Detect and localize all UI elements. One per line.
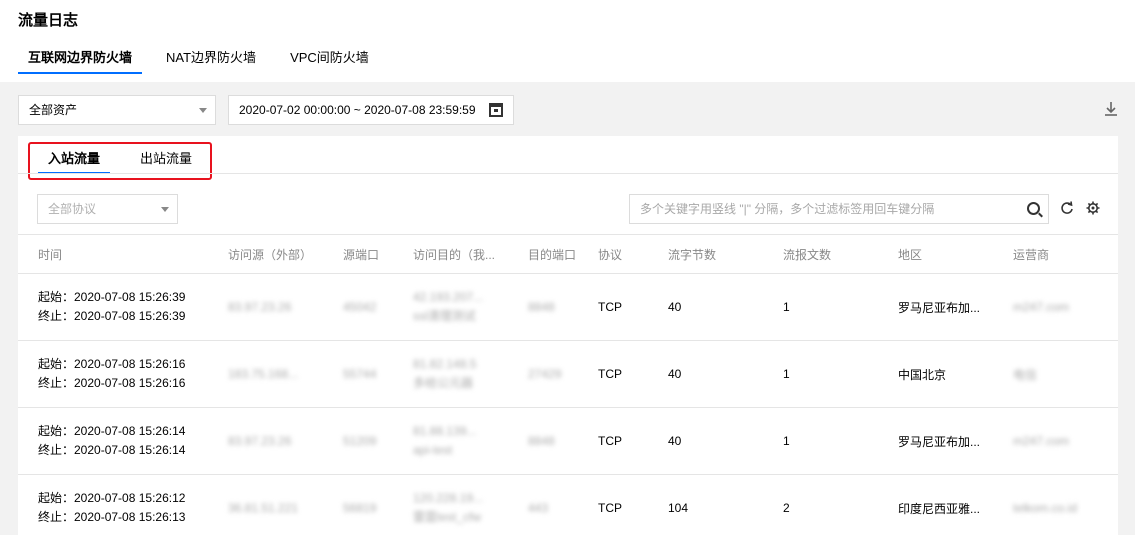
calendar-icon <box>489 103 503 117</box>
table-row[interactable]: 起始：2020-07-08 15:26:14 终止：2020-07-08 15:2… <box>18 407 1118 475</box>
column-header-packets[interactable]: 流报文数 <box>763 234 878 274</box>
cell-protocol: TCP <box>578 474 648 535</box>
cell-packets: 1 <box>763 407 878 475</box>
cell-destination: 42.193.207... ssl清理测试 <box>393 273 508 341</box>
cell-region: 印度尼西亚雅... <box>878 474 993 535</box>
page-header: 流量日志 互联网边界防火墙 NAT边界防火墙 VPC间防火墙 <box>0 0 1135 82</box>
filter-row: 全部资产 2020-07-02 00:00:00 ~ 2020-07-08 23… <box>18 95 1118 125</box>
date-range-picker[interactable]: 2020-07-02 00:00:00 ~ 2020-07-08 23:59:5… <box>228 95 514 125</box>
tab-nat-firewall[interactable]: NAT边界防火墙 <box>156 44 266 74</box>
cell-destination: 120.228.19... 雷霆test_cfw <box>393 474 508 535</box>
tab-vpc-firewall[interactable]: VPC间防火墙 <box>280 44 379 74</box>
start-time: 起始：2020-07-08 15:26:39 <box>38 290 186 304</box>
destination-ip: 120.228.19... <box>413 491 484 505</box>
destination-ip: 81.82.148.5 <box>413 357 477 371</box>
cell-packets: 1 <box>763 340 878 408</box>
cell-source-port: 55744 <box>323 340 393 408</box>
cell-protocol: TCP <box>578 407 648 475</box>
table-row[interactable]: 起始：2020-07-08 15:26:12 终止：2020-07-08 15:2… <box>18 474 1118 535</box>
cell-destination-port: 443 <box>508 474 578 535</box>
cell-destination-port: 8848 <box>508 273 578 341</box>
column-header-region[interactable]: 地区 <box>878 234 993 274</box>
cell-destination: 81.82.148.5 多给公元器 <box>393 340 508 408</box>
cell-source-port: 45042 <box>323 273 393 341</box>
cell-source-ip: 36.81.51.221 <box>208 474 323 535</box>
table-header-row: 时间 访问源（外部） 源端口 访问目的（我... 目的端口 协议 流字节数 流报… <box>18 234 1118 274</box>
end-time: 终止：2020-07-08 15:26:16 <box>38 376 186 390</box>
cell-protocol: TCP <box>578 340 648 408</box>
cell-time: 起始：2020-07-08 15:26:14 终止：2020-07-08 15:2… <box>18 407 208 475</box>
protocol-select-placeholder: 全部协议 <box>48 202 97 216</box>
traffic-panel: 入站流量 出站流量 全部协议 多个关键字用竖线 "|" 分隔，多个过滤标签用回车… <box>18 136 1118 535</box>
protocol-select[interactable]: 全部协议 <box>37 194 178 224</box>
cell-destination-port: 27429 <box>508 340 578 408</box>
start-time: 起始：2020-07-08 15:26:14 <box>38 424 186 438</box>
firewall-tabs: 互联网边界防火墙 NAT边界防火墙 VPC间防火墙 <box>18 44 393 74</box>
cell-time: 起始：2020-07-08 15:26:16 终止：2020-07-08 15:2… <box>18 340 208 408</box>
cell-protocol: TCP <box>578 273 648 341</box>
divider <box>18 173 1118 174</box>
table-row[interactable]: 起始：2020-07-08 15:26:39 终止：2020-07-08 15:2… <box>18 273 1118 341</box>
destination-asset: ssl清理测试 <box>413 309 476 323</box>
cell-isp: telkom.co.id <box>993 474 1118 535</box>
search-input[interactable]: 多个关键字用竖线 "|" 分隔，多个过滤标签用回车键分隔 <box>629 194 1049 224</box>
cell-bytes: 104 <box>648 474 763 535</box>
cell-region: 中国北京 <box>878 340 993 408</box>
column-header-isp[interactable]: 运营商 <box>993 234 1118 274</box>
destination-asset: api-test <box>413 443 453 457</box>
cell-destination-port: 8848 <box>508 407 578 475</box>
cell-bytes: 40 <box>648 273 763 341</box>
tab-internet-firewall[interactable]: 互联网边界防火墙 <box>18 44 143 74</box>
column-header-protocol[interactable]: 协议 <box>578 234 648 274</box>
asset-select[interactable]: 全部资产 <box>18 95 216 125</box>
cell-packets: 1 <box>763 273 878 341</box>
search-icon[interactable] <box>1027 202 1040 215</box>
cell-isp: m247.com <box>993 407 1118 475</box>
cell-isp: 电信 <box>993 340 1118 408</box>
asset-select-value: 全部资产 <box>29 103 78 117</box>
column-header-source-port[interactable]: 源端口 <box>323 234 393 274</box>
cell-destination: 81.88.139... api-test <box>393 407 508 475</box>
cell-bytes: 40 <box>648 407 763 475</box>
cell-source-ip: 183.75.168... <box>208 340 323 408</box>
start-time: 起始：2020-07-08 15:26:16 <box>38 357 186 371</box>
start-time: 起始：2020-07-08 15:26:12 <box>38 491 186 505</box>
column-header-time[interactable]: 时间 <box>18 234 208 274</box>
tab-outbound-traffic[interactable]: 出站流量 <box>130 144 202 174</box>
cell-source-port: 51209 <box>323 407 393 475</box>
end-time: 终止：2020-07-08 15:26:13 <box>38 510 186 524</box>
destination-ip: 42.193.207... <box>413 290 484 304</box>
cell-source-ip: 83.97.23.26 <box>208 273 323 341</box>
destination-ip: 81.88.139... <box>413 424 477 438</box>
column-header-source[interactable]: 访问源（外部） <box>208 234 323 274</box>
cell-source-ip: 83.97.23.26 <box>208 407 323 475</box>
date-range-value: 2020-07-02 00:00:00 ~ 2020-07-08 23:59:5… <box>239 103 476 117</box>
column-header-bytes[interactable]: 流字节数 <box>648 234 763 274</box>
end-time: 终止：2020-07-08 15:26:14 <box>38 443 186 457</box>
traffic-log-table: 时间 访问源（外部） 源端口 访问目的（我... 目的端口 协议 流字节数 流报… <box>18 234 1118 535</box>
table-row[interactable]: 起始：2020-07-08 15:26:16 终止：2020-07-08 15:2… <box>18 340 1118 408</box>
destination-asset: 雷霆test_cfw <box>413 510 482 524</box>
chevron-down-icon <box>161 207 169 212</box>
tab-inbound-traffic[interactable]: 入站流量 <box>38 144 111 174</box>
download-icon[interactable] <box>1104 101 1118 117</box>
search-placeholder: 多个关键字用竖线 "|" 分隔，多个过滤标签用回车键分隔 <box>640 202 935 216</box>
refresh-icon[interactable] <box>1060 201 1074 215</box>
cell-region: 罗马尼亚布加... <box>878 407 993 475</box>
column-header-destination-port[interactable]: 目的端口 <box>508 234 578 274</box>
traffic-direction-tabs: 入站流量 出站流量 <box>28 142 213 180</box>
page-title: 流量日志 <box>18 12 79 29</box>
cell-source-port: 56819 <box>323 474 393 535</box>
chevron-down-icon <box>199 108 207 113</box>
cell-time: 起始：2020-07-08 15:26:12 终止：2020-07-08 15:2… <box>18 474 208 535</box>
cell-isp: m247.com <box>993 273 1118 341</box>
cell-packets: 2 <box>763 474 878 535</box>
cell-bytes: 40 <box>648 340 763 408</box>
cell-time: 起始：2020-07-08 15:26:39 终止：2020-07-08 15:2… <box>18 273 208 341</box>
destination-asset: 多给公元器 <box>413 376 474 390</box>
end-time: 终止：2020-07-08 15:26:39 <box>38 309 186 323</box>
gear-icon[interactable] <box>1086 201 1100 215</box>
column-header-destination[interactable]: 访问目的（我... <box>393 234 508 274</box>
cell-region: 罗马尼亚布加... <box>878 273 993 341</box>
